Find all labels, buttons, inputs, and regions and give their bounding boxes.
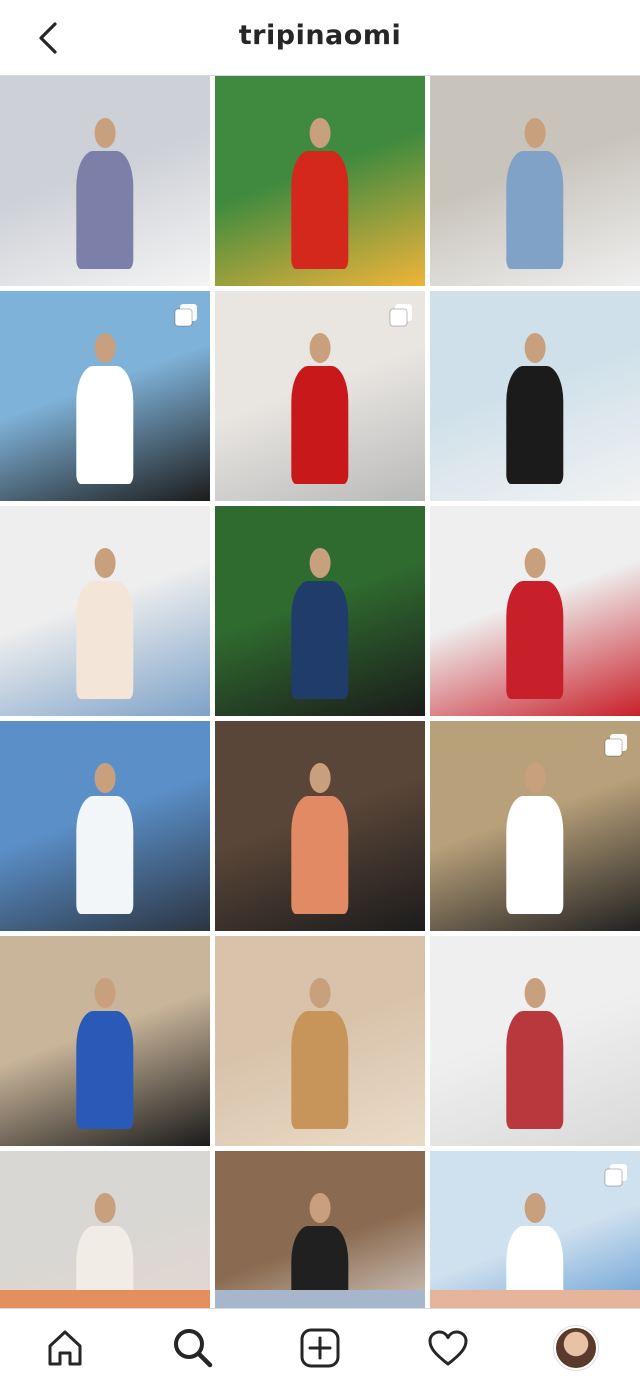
post-thumbnail[interactable] [0,291,210,501]
post-thumbnail[interactable] [215,291,425,501]
tab-home[interactable] [42,1325,88,1371]
post-thumbnail[interactable] [430,936,640,1146]
post-subject [284,118,355,270]
partial-posts-row [0,1290,640,1308]
post-thumbnail-partial[interactable] [215,1290,425,1308]
post-subject [69,118,140,270]
top-bar: tripinaomi [0,0,640,76]
post-subject [499,978,570,1130]
post-subject [69,333,140,485]
post-subject [69,763,140,915]
multiple-photos-icon [604,1164,627,1187]
home-icon [48,1330,82,1366]
post-thumbnail[interactable] [0,506,210,716]
profile-avatar [554,1326,598,1370]
multiple-photos-icon [389,304,412,327]
post-subject [69,548,140,700]
post-subject [499,333,570,485]
post-thumbnail[interactable] [0,936,210,1146]
multiple-photos-icon [604,734,627,757]
heart-icon [428,1330,468,1366]
posts-grid [0,76,640,1361]
post-thumbnail[interactable] [0,721,210,931]
tab-profile[interactable] [553,1325,599,1371]
post-subject [284,333,355,485]
post-subject [499,763,570,915]
post-subject [69,978,140,1130]
post-thumbnail[interactable] [430,291,640,501]
tab-activity[interactable] [425,1325,471,1371]
post-thumbnail[interactable] [430,506,640,716]
post-thumbnail[interactable] [215,76,425,286]
post-thumbnail[interactable] [215,506,425,716]
post-thumbnail-partial[interactable] [430,1290,640,1308]
post-thumbnail[interactable] [430,721,640,931]
post-subject [499,118,570,270]
post-thumbnail-partial[interactable] [0,1290,210,1308]
post-subject [499,548,570,700]
post-subject [284,548,355,700]
multiple-photos-icon [174,304,197,327]
post-subject [284,978,355,1130]
tab-create[interactable] [297,1325,343,1371]
post-subject [284,763,355,915]
plus-square-icon [300,1328,340,1368]
post-thumbnail[interactable] [0,76,210,286]
tab-search[interactable] [170,1325,216,1371]
bottom-tab-bar [0,1308,640,1386]
post-thumbnail[interactable] [430,76,640,286]
search-icon [174,1329,213,1368]
profile-username: tripinaomi [238,20,402,51]
post-thumbnail[interactable] [215,721,425,931]
post-thumbnail[interactable] [215,936,425,1146]
